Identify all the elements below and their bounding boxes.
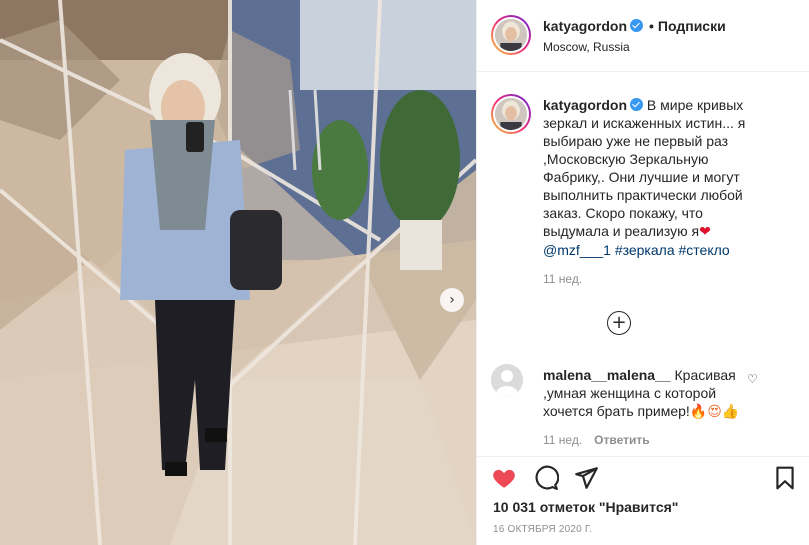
instagram-post: › katyagordon •Подписки Moscow, Russia	[0, 0, 809, 545]
comment-timestamp[interactable]: 11 нед.	[543, 433, 582, 447]
plus-circle-icon: +	[611, 311, 627, 333]
caption-timestamp[interactable]: 11 нед.	[543, 272, 582, 286]
caption-text: katyagordon В мире кривых зеркал и искаж…	[543, 96, 753, 259]
chevron-right-icon: ›	[449, 292, 455, 308]
caption-username[interactable]: katyagordon	[543, 97, 627, 113]
post-actions: 10 031 отметок "Нравится" 16 ОКТЯБРЯ 202…	[477, 456, 809, 545]
reply-button[interactable]: Ответить	[594, 433, 649, 447]
caption-body: В мире кривых зеркал и искаженных истин.…	[543, 97, 746, 239]
separator-dot: •	[649, 18, 654, 34]
small-heart-icon[interactable]: ♡	[747, 372, 758, 386]
heart-icon[interactable]	[491, 465, 517, 491]
post-header: katyagordon • Подписки Moscow, Russia	[477, 0, 809, 72]
post-photo[interactable]: ›	[0, 0, 476, 545]
comment-bubble-icon[interactable]	[533, 465, 559, 491]
follow-status-button[interactable]: Подписки	[658, 18, 726, 34]
load-more-comments-button[interactable]: +	[607, 311, 631, 335]
post-date[interactable]: 16 ОКТЯБРЯ 2020 Г.	[493, 524, 592, 535]
paper-plane-icon[interactable]	[573, 465, 599, 491]
mirror-selfie-image	[0, 0, 476, 545]
header-user-line: katyagordon • Подписки	[543, 18, 726, 34]
comment-emoji: 🔥😍👍	[689, 404, 740, 420]
heart-emoji: ❤	[699, 224, 711, 240]
comment-meta: 11 нед. Ответить	[543, 433, 650, 447]
commenter-avatar[interactable]	[491, 364, 523, 396]
verified-badge-icon	[630, 98, 644, 111]
hashtag-link[interactable]: #стекло	[679, 242, 730, 258]
comment-text: malena__malena__ Красивая ,умная женщина…	[543, 366, 753, 421]
author-avatar[interactable]	[491, 15, 531, 55]
default-avatar-icon	[491, 364, 523, 396]
post-location[interactable]: Moscow, Russia	[543, 40, 630, 54]
likes-count[interactable]: 10 031 отметок "Нравится"	[493, 499, 678, 515]
hashtag-link[interactable]: #зеркала	[615, 242, 675, 258]
mention-link[interactable]: @mzf___1	[543, 242, 611, 258]
avatar-image	[495, 98, 527, 130]
post-details-panel: katyagordon • Подписки Moscow, Russia katy…	[476, 0, 809, 545]
commenter-username[interactable]: malena__malena__	[543, 367, 671, 383]
verified-badge-icon	[630, 19, 644, 32]
author-username[interactable]: katyagordon	[543, 18, 627, 34]
avatar-image	[495, 19, 527, 51]
bookmark-icon[interactable]	[772, 465, 798, 491]
caption-author-avatar[interactable]	[491, 94, 531, 134]
carousel-next-button[interactable]: ›	[440, 288, 464, 312]
